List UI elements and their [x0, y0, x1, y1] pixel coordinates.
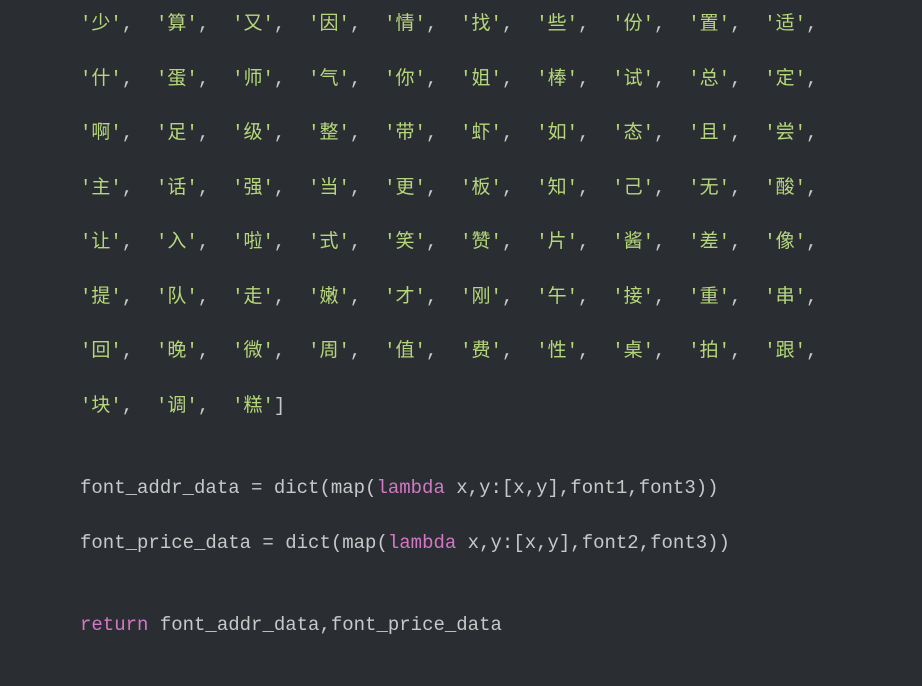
list-row-6: '回', '晚', '微', '周', '值', '费', '性', '桌', … [80, 337, 842, 366]
code-text: font_price_data = dict(map( [80, 532, 388, 554]
code-text: font_addr_data,font_price_data [148, 614, 501, 636]
list-row-4: '让', '入', '啦', '式', '笑', '赞', '片', '酱', … [80, 228, 842, 257]
code-line-price: font_price_data = dict(map(lambda x,y:[x… [80, 529, 842, 558]
list-row-0: '少', '算', '又', '因', '情', '找', '些', '份', … [80, 10, 842, 39]
blank-line [80, 446, 842, 474]
list-row-1: '什', '蛋', '师', '气', '你', '姐', '棒', '试', … [80, 65, 842, 94]
list-row-2: '啊', '足', '级', '整', '带', '虾', '如', '态', … [80, 119, 842, 148]
code-text: font_addr_data = dict(map( [80, 477, 376, 499]
keyword-lambda: lambda [376, 477, 444, 499]
code-block: '少', '算', '又', '因', '情', '找', '些', '份', … [0, 0, 922, 686]
keyword-return: return [80, 614, 148, 636]
list-row-7: '块', '调', '糕'] [80, 392, 842, 421]
code-line-addr: font_addr_data = dict(map(lambda x,y:[x,… [80, 474, 842, 503]
code-line-return: return font_addr_data,font_price_data [80, 611, 842, 640]
list-row-5: '提', '队', '走', '嫩', '才', '刚', '午', '接', … [80, 283, 842, 312]
list-row-3: '主', '话', '强', '当', '更', '板', '知', '己', … [80, 174, 842, 203]
code-text: x,y:[x,y],font2,font3)) [456, 532, 730, 554]
keyword-lambda: lambda [388, 532, 456, 554]
code-text: x,y:[x,y],font1,font3)) [445, 477, 719, 499]
blank-line [80, 583, 842, 611]
